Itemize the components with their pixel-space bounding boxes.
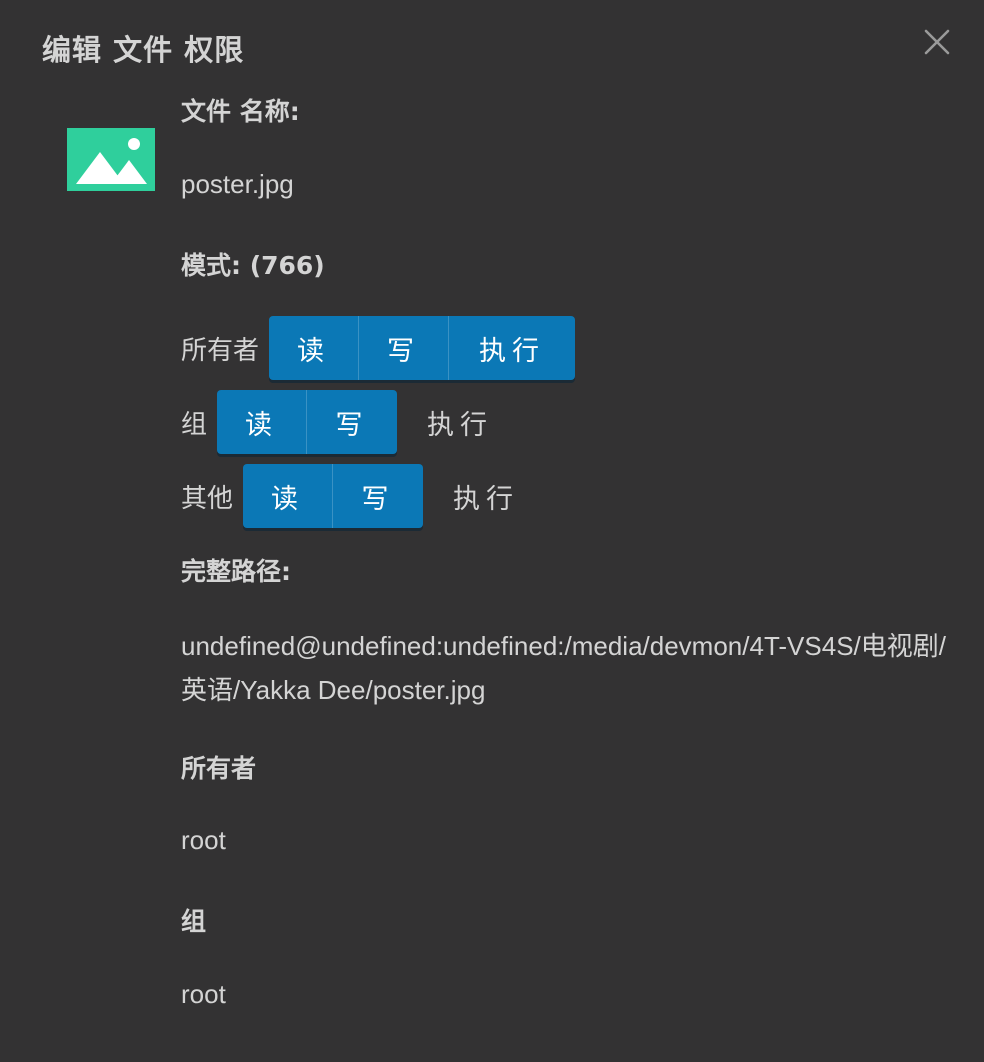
group-execute-button[interactable]: 执行 — [397, 390, 523, 454]
file-name-value: poster.jpg — [181, 169, 294, 199]
file-name-label: 文件 名称: — [181, 97, 300, 126]
group-permission-buttons: 读 写 — [217, 390, 398, 454]
group-permission-label: 组 — [181, 409, 208, 440]
image-file-icon — [67, 128, 155, 191]
other-read-button[interactable]: 读 — [243, 464, 334, 528]
owner-permission-label: 所有者 — [181, 335, 260, 366]
other-execute-button[interactable]: 执行 — [423, 464, 549, 528]
other-permission-buttons: 读 写 — [243, 464, 424, 528]
group-label: 组 — [181, 907, 207, 936]
mode-label: 模式: (766) — [181, 251, 325, 280]
other-permission-label: 其他 — [181, 483, 234, 514]
full-path-label: 完整路径: — [181, 557, 291, 586]
owner-write-button[interactable]: 写 — [359, 316, 450, 380]
edit-permissions-dialog: 编辑 文件 权限 文件 名称: poster.jpg 模式: (766) 所有者… — [0, 0, 984, 1062]
owner-permission-buttons: 读 写 执行 — [269, 316, 576, 380]
other-permission-row: 其他 读 写 执行 — [181, 464, 549, 528]
group-value: root — [181, 979, 226, 1009]
dialog-title: 编辑 文件 权限 — [42, 33, 245, 67]
group-read-button[interactable]: 读 — [217, 390, 308, 454]
owner-execute-button[interactable]: 执行 — [449, 316, 576, 380]
close-icon[interactable] — [920, 25, 954, 59]
group-write-button[interactable]: 写 — [307, 390, 398, 454]
full-path-value: undefined@undefined:undefined:/media/dev… — [181, 631, 946, 705]
owner-value: root — [181, 825, 226, 855]
owner-read-button[interactable]: 读 — [269, 316, 360, 380]
group-permission-row: 组 读 写 执行 — [181, 390, 523, 454]
other-write-button[interactable]: 写 — [333, 464, 424, 528]
owner-permission-row: 所有者 读 写 执行 — [181, 316, 576, 380]
owner-label: 所有者 — [181, 754, 257, 783]
